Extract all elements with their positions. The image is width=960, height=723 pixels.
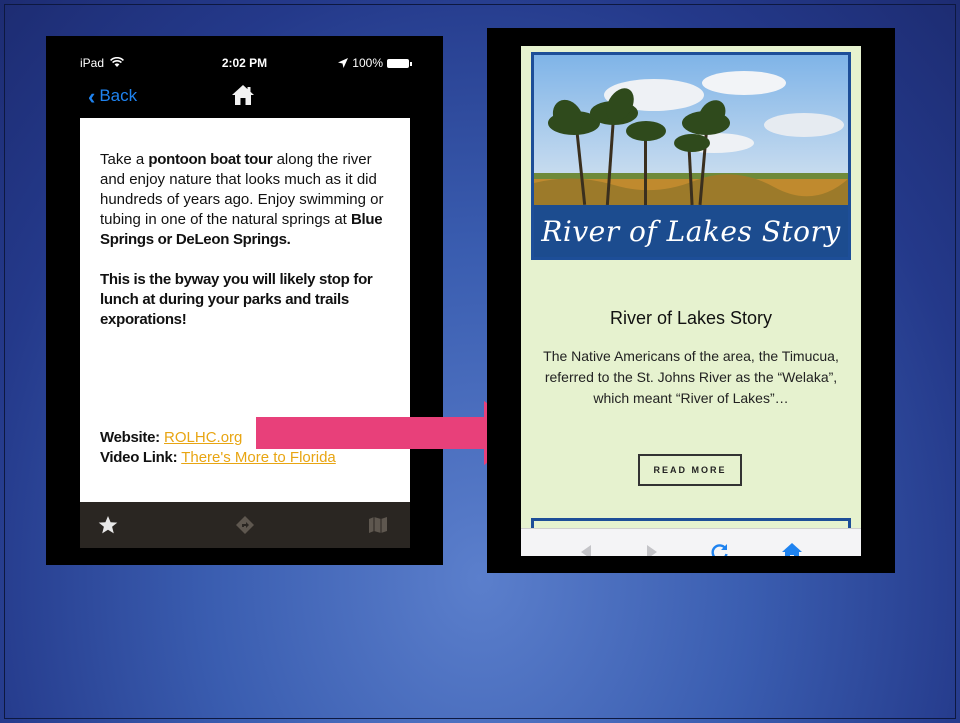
battery-icon <box>387 58 412 68</box>
browser-reload-button[interactable] <box>707 539 733 556</box>
directions-icon <box>236 516 254 534</box>
hero-banner: River of Lakes Story <box>534 205 848 257</box>
nav-bar: ‹ Back <box>80 80 409 112</box>
tab-favorites[interactable] <box>94 511 122 539</box>
mobile-website-screenshot: River of Lakes Story River of Lakes Stor… <box>487 28 895 573</box>
home-icon[interactable] <box>230 82 256 108</box>
tab-directions[interactable] <box>231 511 259 539</box>
browser-toolbar <box>521 528 861 556</box>
back-label: Back <box>99 86 138 105</box>
star-icon <box>98 516 118 534</box>
browser-home-button[interactable] <box>779 539 805 556</box>
battery-percent: 100% <box>352 56 383 70</box>
home-icon <box>782 543 802 556</box>
chevron-left-icon: ‹ <box>88 83 96 109</box>
status-battery: 100% <box>338 56 412 70</box>
read-more-button[interactable]: READ MORE <box>638 454 742 486</box>
map-icon <box>369 517 387 533</box>
story-title: River of Lakes Story <box>609 308 773 328</box>
website-label: Website: <box>100 429 160 446</box>
description-paragraph-2: This is the byway you will likely stop f… <box>100 271 373 328</box>
forward-arrow-icon <box>647 545 657 556</box>
ipad-app-screenshot: iPad 2:02 PM 100% ‹ Back Take a pontoon … <box>46 36 443 565</box>
description-paragraph-1: Take a pontoon boat tour along the river… <box>100 151 384 248</box>
description-text: Take a pontoon boat tour along the river… <box>100 150 392 330</box>
website-screen: River of Lakes Story River of Lakes Stor… <box>521 46 861 556</box>
location-arrow-icon <box>338 58 349 68</box>
story-excerpt: The Native Americans of the area, the Ti… <box>543 348 839 406</box>
video-label: Video Link: <box>100 449 178 466</box>
tab-map[interactable] <box>364 511 392 539</box>
hero-image: River of Lakes Story <box>531 52 851 260</box>
hero-banner-title: River of Lakes Story <box>541 214 841 248</box>
back-arrow-icon <box>581 545 591 556</box>
back-button[interactable]: ‹ Back <box>88 83 138 109</box>
browser-forward-button[interactable] <box>639 539 665 556</box>
tab-bar <box>80 502 410 548</box>
browser-back-button[interactable] <box>573 539 599 556</box>
website-link[interactable]: ROLHC.org <box>164 429 242 446</box>
status-bar: iPad 2:02 PM 100% <box>80 56 412 72</box>
reload-icon <box>711 544 728 556</box>
